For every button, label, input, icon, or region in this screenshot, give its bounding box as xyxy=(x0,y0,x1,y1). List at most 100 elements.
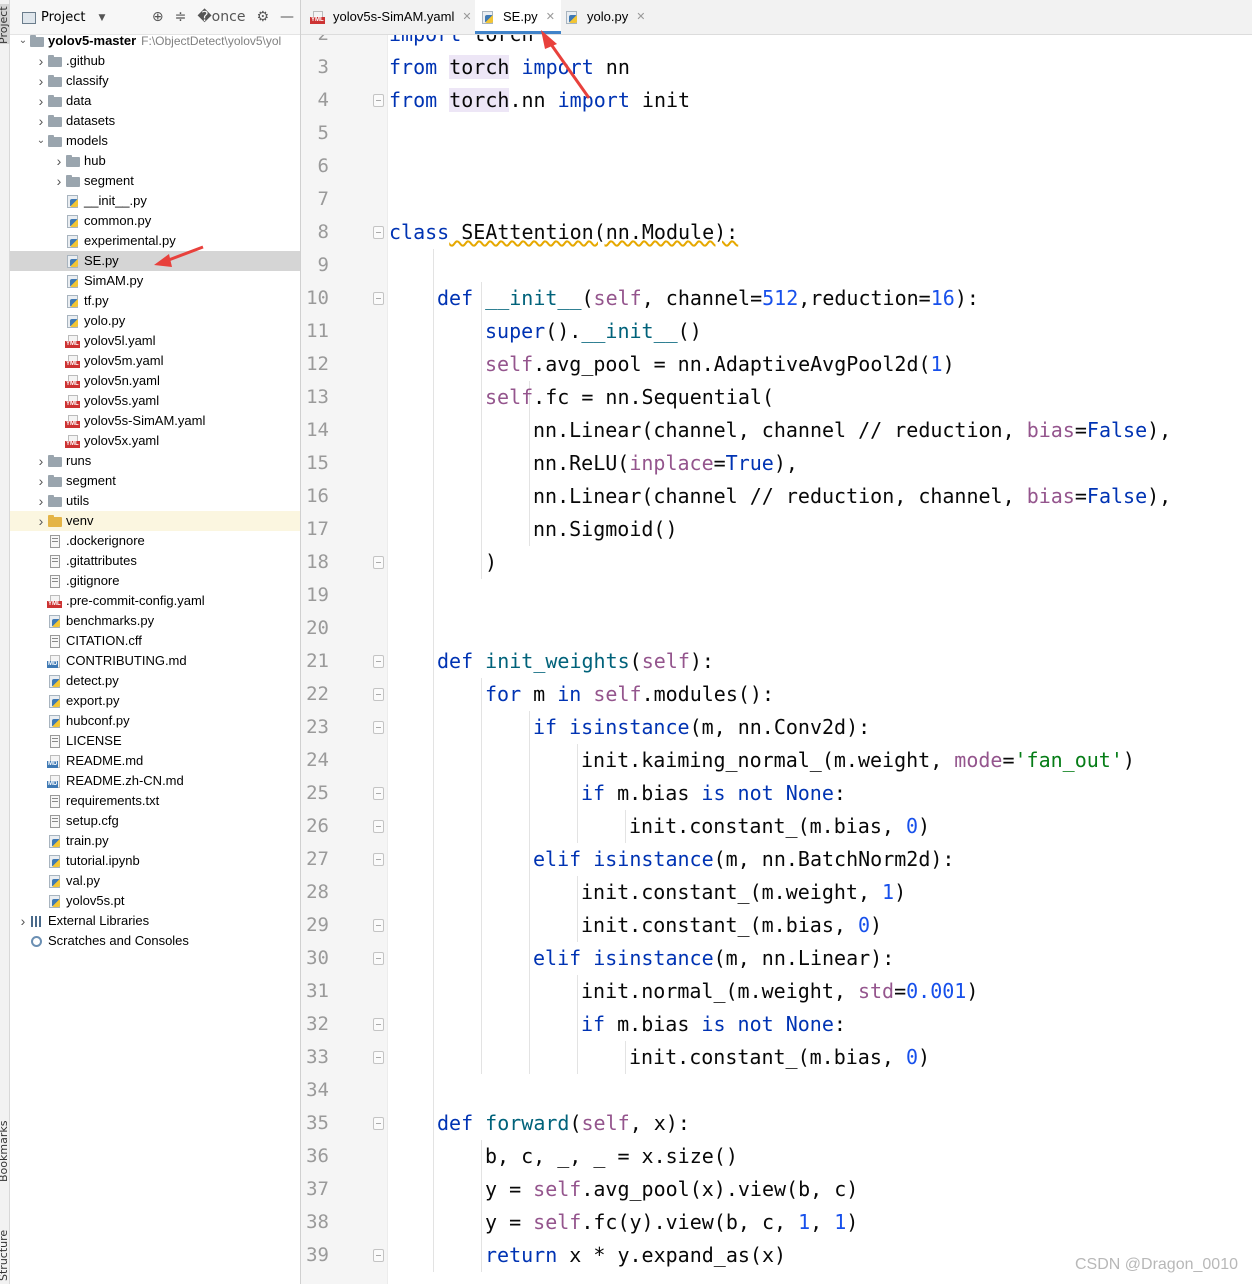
fold-marker-icon[interactable] xyxy=(373,1249,384,1262)
fold-marker-icon[interactable] xyxy=(373,1051,384,1064)
tree-item[interactable]: setup.cfg xyxy=(10,811,300,831)
tree-item[interactable]: › venv xyxy=(10,511,300,531)
tree-item[interactable]: › classify xyxy=(10,71,300,91)
chevron-right-icon[interactable]: › xyxy=(34,451,48,471)
fold-marker-icon[interactable] xyxy=(373,556,384,569)
tree-item[interactable]: hubconf.py xyxy=(10,711,300,731)
tree-item[interactable]: SE.py xyxy=(10,251,300,271)
tree-item[interactable]: › .github xyxy=(10,51,300,71)
code-token: 1 xyxy=(882,880,895,904)
tree-item[interactable]: experimental.py xyxy=(10,231,300,251)
tree-item-label: val.py xyxy=(66,873,100,888)
fold-marker-icon[interactable] xyxy=(373,94,384,107)
folder-icon xyxy=(48,494,62,508)
tree-item[interactable]: export.py xyxy=(10,691,300,711)
tree-item[interactable]: CONTRIBUTING.md xyxy=(10,651,300,671)
tree-item[interactable]: yolov5x.yaml xyxy=(10,431,300,451)
chevron-right-icon[interactable]: › xyxy=(34,71,48,91)
tree-item[interactable]: tutorial.ipynb xyxy=(10,851,300,871)
tree-item[interactable]: .gitignore xyxy=(10,571,300,591)
tree-item[interactable]: requirements.txt xyxy=(10,791,300,811)
editor-tab[interactable]: yolo.py ✕ xyxy=(559,0,651,34)
chevron-down-icon[interactable]: ⌄ xyxy=(16,31,30,51)
chevron-right-icon[interactable]: › xyxy=(34,51,48,71)
python-file-icon xyxy=(48,834,62,848)
fold-marker-icon[interactable] xyxy=(373,1117,384,1130)
tree-item[interactable]: yolov5s-SimAM.yaml xyxy=(10,411,300,431)
tree-item[interactable]: › datasets xyxy=(10,111,300,131)
structure-tool-button[interactable]: Structure xyxy=(0,1215,10,1281)
tree-item[interactable]: LICENSE xyxy=(10,731,300,751)
project-tool-button[interactable]: Project xyxy=(0,4,10,44)
chevron-right-icon[interactable]: › xyxy=(16,911,30,931)
expand-all-icon[interactable]: ≑ xyxy=(175,9,187,25)
fold-marker-icon[interactable] xyxy=(373,226,384,239)
tree-item[interactable]: common.py xyxy=(10,211,300,231)
tree-item[interactable]: .pre-commit-config.yaml xyxy=(10,591,300,611)
fold-marker-icon[interactable] xyxy=(373,655,384,668)
tree-item[interactable]: detect.py xyxy=(10,671,300,691)
fold-marker-icon[interactable] xyxy=(373,919,384,932)
fold-marker-icon[interactable] xyxy=(373,292,384,305)
tree-item[interactable]: yolov5s.yaml xyxy=(10,391,300,411)
tree-item[interactable]: ⌄ yolov5-master F:\ObjectDetect\yolov5\yol xyxy=(10,31,300,51)
gear-icon[interactable]: ⚙ xyxy=(256,9,269,25)
close-icon[interactable]: ✕ xyxy=(636,0,645,35)
code-editor[interactable]: 2 import torch 3 from torch import nn 4 from … xyxy=(301,35,1252,1284)
chevron-right-icon[interactable]: › xyxy=(52,151,66,171)
tree-item[interactable]: › segment xyxy=(10,471,300,491)
tree-item[interactable]: README.md xyxy=(10,751,300,771)
tree-item[interactable]: › data xyxy=(10,91,300,111)
collapse-all-icon[interactable]: �once xyxy=(197,9,245,25)
tree-item[interactable]: train.py xyxy=(10,831,300,851)
bookmarks-tool-button[interactable]: Bookmarks xyxy=(0,1118,10,1182)
python-file-icon xyxy=(48,694,62,708)
tree-item[interactable]: › External Libraries xyxy=(10,911,300,931)
chevron-right-icon[interactable]: › xyxy=(34,111,48,131)
editor-tab[interactable]: SE.py ✕ xyxy=(475,0,561,34)
fold-marker-icon[interactable] xyxy=(373,721,384,734)
tree-item[interactable]: › segment xyxy=(10,171,300,191)
fold-marker-icon[interactable] xyxy=(373,787,384,800)
close-icon[interactable]: ✕ xyxy=(462,0,471,35)
chevron-down-icon[interactable]: ⌄ xyxy=(34,131,48,151)
fold-marker-icon[interactable] xyxy=(373,688,384,701)
tree-item[interactable]: README.zh-CN.md xyxy=(10,771,300,791)
code-token: 1 xyxy=(930,352,943,376)
tree-item[interactable]: .dockerignore xyxy=(10,531,300,551)
tree-item[interactable]: › utils xyxy=(10,491,300,511)
tree-item[interactable]: yolov5l.yaml xyxy=(10,331,300,351)
fold-marker-icon[interactable] xyxy=(373,952,384,965)
tree-item[interactable]: .gitattributes xyxy=(10,551,300,571)
tree-item[interactable]: › hub xyxy=(10,151,300,171)
tree-item[interactable]: ⌄ models xyxy=(10,131,300,151)
editor-tab[interactable]: yolov5s-SimAM.yaml ✕ xyxy=(305,0,478,34)
locate-icon[interactable]: ⊕ xyxy=(152,9,164,25)
chevron-right-icon[interactable]: › xyxy=(34,91,48,111)
line-number: 39 xyxy=(306,1244,329,1266)
fold-marker-icon[interactable] xyxy=(373,820,384,833)
close-icon[interactable]: ✕ xyxy=(546,0,555,35)
chevron-right-icon[interactable]: › xyxy=(34,471,48,491)
tree-item-label: yolov5n.yaml xyxy=(84,373,160,388)
code-token: ), xyxy=(773,451,798,475)
project-view-selector[interactable]: Project ▼ xyxy=(22,10,105,25)
tree-item[interactable]: __init__.py xyxy=(10,191,300,211)
tree-item[interactable]: yolov5m.yaml xyxy=(10,351,300,371)
tree-item[interactable]: yolov5s.pt xyxy=(10,891,300,911)
tree-item[interactable]: CITATION.cff xyxy=(10,631,300,651)
tree-item[interactable]: SimAM.py xyxy=(10,271,300,291)
tree-item[interactable]: val.py xyxy=(10,871,300,891)
chevron-right-icon[interactable]: › xyxy=(52,171,66,191)
fold-marker-icon[interactable] xyxy=(373,1018,384,1031)
tree-item[interactable]: yolov5n.yaml xyxy=(10,371,300,391)
tree-item[interactable]: yolo.py xyxy=(10,311,300,331)
tree-item[interactable]: benchmarks.py xyxy=(10,611,300,631)
fold-marker-icon[interactable] xyxy=(373,853,384,866)
chevron-right-icon[interactable]: › xyxy=(34,511,48,531)
hide-icon[interactable]: — xyxy=(280,9,294,25)
tree-item[interactable]: Scratches and Consoles xyxy=(10,931,300,951)
tree-item[interactable]: › runs xyxy=(10,451,300,471)
tree-item[interactable]: tf.py xyxy=(10,291,300,311)
chevron-right-icon[interactable]: › xyxy=(34,491,48,511)
